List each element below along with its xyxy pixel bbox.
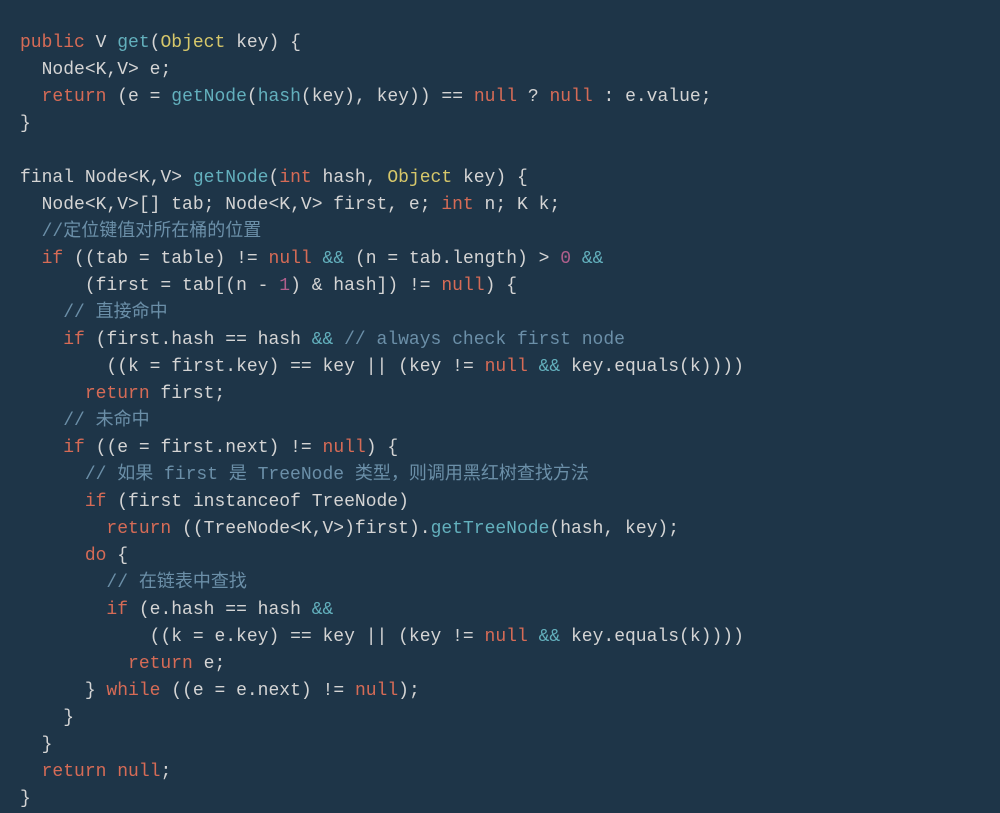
comment: // always check first node — [344, 330, 625, 350]
call-getnode: getNode — [171, 87, 247, 107]
keyword-instanceof: instanceof — [193, 492, 301, 512]
type-node: Node — [42, 60, 85, 80]
call-hash: hash — [258, 87, 301, 107]
comment: // 如果 first 是 TreeNode 类型，则调用黑红树查找方法 — [85, 465, 589, 485]
comment: // 直接命中 — [63, 303, 167, 323]
method-get: get — [117, 33, 149, 53]
comment: // 在链表中查找 — [106, 573, 246, 593]
keyword-while: while — [106, 681, 160, 701]
number: 0 — [560, 249, 571, 269]
keyword-final: final — [20, 168, 74, 188]
type-object: Object — [160, 33, 225, 53]
keyword-null: null — [474, 87, 517, 107]
code-block: public V get(Object key) { Node<K,V> e; … — [20, 30, 980, 813]
type-treenode: TreeNode — [204, 519, 290, 539]
comment: // 未命中 — [63, 411, 149, 431]
call-gettreenode: getTreeNode — [431, 519, 550, 539]
keyword-do: do — [85, 546, 107, 566]
type-int: int — [279, 168, 311, 188]
keyword-if: if — [42, 249, 64, 269]
type-v: V — [96, 33, 107, 53]
keyword-return: return — [42, 87, 107, 107]
method-getnode: getNode — [193, 168, 269, 188]
keyword-public: public — [20, 33, 85, 53]
comment: //定位键值对所在桶的位置 — [42, 222, 262, 242]
